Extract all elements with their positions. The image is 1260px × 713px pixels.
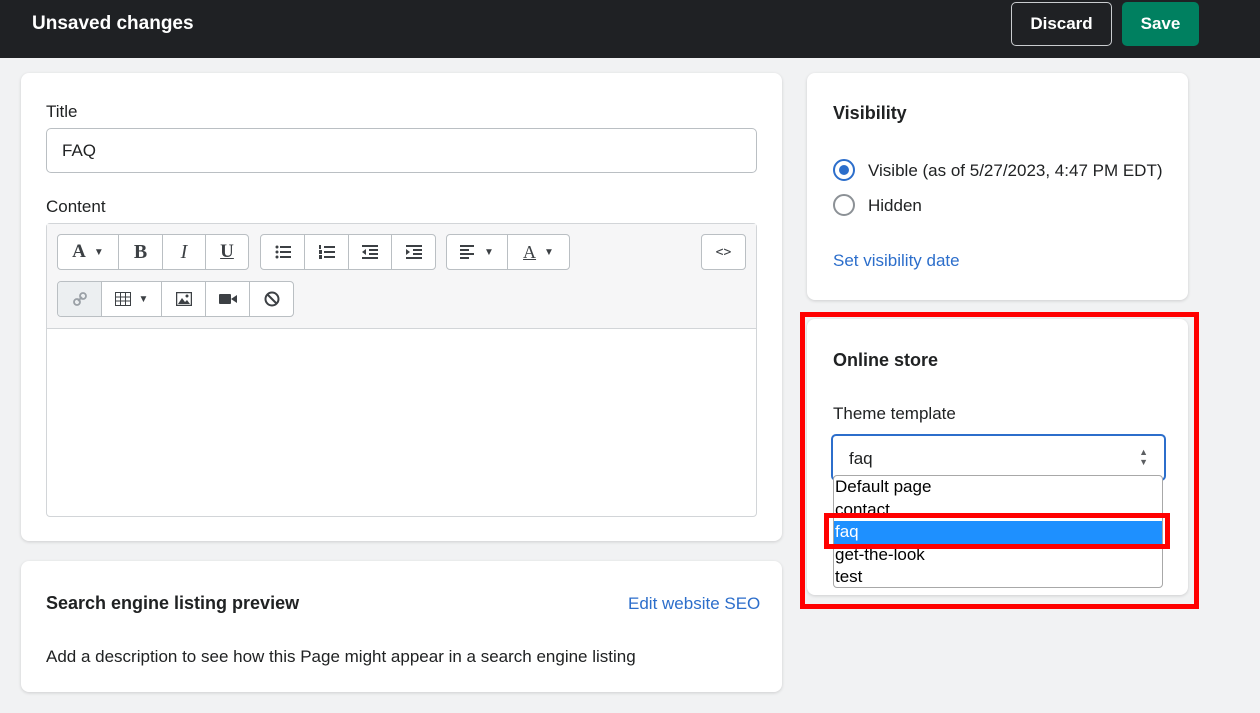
hidden-radio[interactable] xyxy=(833,194,855,216)
visible-option-label[interactable]: Visible (as of 5/27/2023, 4:47 PM EDT) xyxy=(868,161,1163,181)
hidden-option-label[interactable]: Hidden xyxy=(868,196,922,216)
option-get-the-look[interactable]: get-the-look xyxy=(834,544,1162,567)
editor-content-area[interactable] xyxy=(47,330,756,516)
italic-icon: I xyxy=(180,240,188,263)
insert-group: ▼ xyxy=(57,281,294,317)
video-icon xyxy=(218,294,237,304)
align-color-group: ▼ A ▼ xyxy=(446,234,570,270)
font-style-dropdown[interactable]: A ▼ xyxy=(58,235,119,269)
seo-card: Search engine listing preview Edit websi… xyxy=(21,561,782,692)
option-default-page[interactable]: Default page xyxy=(834,476,1162,499)
align-left-icon xyxy=(460,245,475,259)
discard-button[interactable]: Discard xyxy=(1011,2,1112,46)
text-format-group: A ▼ B I U xyxy=(57,234,249,270)
align-dropdown[interactable]: ▼ xyxy=(447,235,508,269)
underline-button[interactable]: U xyxy=(206,235,248,269)
outdent-icon xyxy=(362,245,378,259)
selected-template-value: faq xyxy=(849,449,873,468)
option-test[interactable]: test xyxy=(834,566,1162,587)
chevron-down-icon: ▼ xyxy=(484,246,494,258)
code-icon: <> xyxy=(715,244,732,260)
content-label: Content xyxy=(46,197,106,216)
indent-icon xyxy=(405,245,422,259)
image-icon xyxy=(175,292,192,306)
show-html-button[interactable]: <> xyxy=(702,235,745,269)
theme-template-label: Theme template xyxy=(833,404,956,423)
text-color-icon: A xyxy=(523,241,537,262)
theme-template-select[interactable]: faq ▲ ▼ xyxy=(831,434,1166,481)
insert-table-dropdown[interactable]: ▼ xyxy=(102,282,162,316)
select-arrows-icon: ▲ ▼ xyxy=(1139,447,1148,467)
save-button[interactable]: Save xyxy=(1122,2,1199,46)
option-contact[interactable]: contact xyxy=(834,499,1162,522)
clear-formatting-button[interactable] xyxy=(250,282,293,316)
seo-heading: Search engine listing preview xyxy=(46,593,300,613)
set-visibility-date-link[interactable]: Set visibility date xyxy=(833,251,960,271)
insert-link-button[interactable] xyxy=(58,282,102,316)
rich-text-editor: A ▼ B I U ▼ A ▼ <> ▼ xyxy=(46,223,757,517)
underline-icon: U xyxy=(220,241,234,262)
visible-radio[interactable] xyxy=(833,159,855,181)
option-faq[interactable]: faq xyxy=(834,521,1162,544)
bulleted-list-button[interactable] xyxy=(261,235,305,269)
theme-template-options-list: Default page contact faq get-the-look te… xyxy=(833,475,1163,588)
numbered-list-button[interactable] xyxy=(305,235,349,269)
table-icon xyxy=(114,292,131,306)
chevron-down-icon: ▼ xyxy=(138,293,149,305)
bulleted-list-icon xyxy=(275,245,291,259)
unsaved-changes-title: Unsaved changes xyxy=(32,13,194,34)
edit-website-seo-link[interactable]: Edit website SEO xyxy=(628,594,760,614)
link-icon xyxy=(72,292,87,306)
online-store-heading: Online store xyxy=(833,350,939,370)
insert-video-button[interactable] xyxy=(206,282,250,316)
visibility-card: Visibility Visible (as of 5/27/2023, 4:4… xyxy=(807,73,1188,300)
title-input[interactable] xyxy=(46,128,757,173)
page-editor-card: Title Content A ▼ B I U xyxy=(21,73,782,541)
numbered-list-icon xyxy=(318,245,335,259)
chevron-down-icon: ▼ xyxy=(544,246,554,258)
font-icon: A xyxy=(72,241,86,262)
chevron-down-icon: ▼ xyxy=(93,246,104,258)
insert-image-button[interactable] xyxy=(162,282,206,316)
outdent-button[interactable] xyxy=(349,235,392,269)
editor-toolbar: A ▼ B I U ▼ A ▼ <> ▼ xyxy=(47,224,756,329)
title-label: Title xyxy=(46,102,78,121)
seo-description: Add a description to see how this Page m… xyxy=(46,647,636,666)
list-group xyxy=(260,234,436,270)
html-toggle-group: <> xyxy=(701,234,746,270)
text-color-dropdown[interactable]: A ▼ xyxy=(508,235,569,269)
bold-button[interactable]: B xyxy=(119,235,163,269)
visibility-heading: Visibility xyxy=(833,103,907,123)
italic-button[interactable]: I xyxy=(163,235,206,269)
bold-icon: B xyxy=(133,240,148,263)
indent-button[interactable] xyxy=(392,235,435,269)
clear-formatting-icon xyxy=(264,291,279,307)
top-bar: Unsaved changes Discard Save xyxy=(0,0,1260,58)
